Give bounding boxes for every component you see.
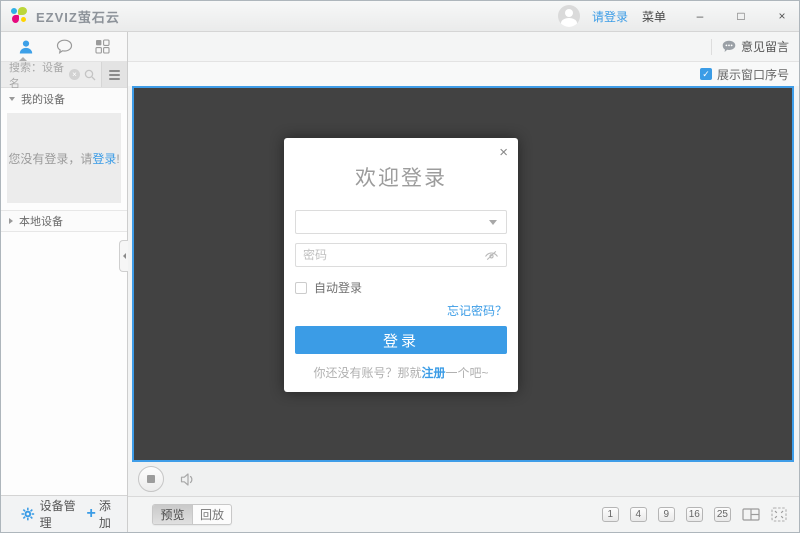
- search-input[interactable]: 搜索：设备名: [9, 59, 69, 91]
- register-suffix-text: 一个吧~: [445, 366, 489, 380]
- my-devices-label: 我的设备: [21, 94, 65, 106]
- chevron-down-icon: [489, 220, 497, 225]
- show-window-number-label: 展示窗口序号: [716, 67, 789, 82]
- modal-title: 欢迎登录: [355, 167, 447, 190]
- custom-split-button[interactable]: [742, 507, 760, 522]
- password-field-wrap: [295, 243, 507, 267]
- login-modal: × 欢迎登录 自动登录 忘记密码？ 登录 你还没有账号？那就注册一个吧~: [284, 138, 518, 392]
- volume-button[interactable]: [180, 472, 196, 487]
- app-window: EZVIZ萤石云 请登录 菜单 – □ × 搜索：设备名 × 我的设备 您没有登…: [0, 0, 800, 533]
- add-device-button[interactable]: + 添加: [86, 497, 122, 531]
- feedback-bubble-icon: [722, 40, 736, 52]
- title-bar: EZVIZ萤石云 请登录 菜单 – □ ×: [1, 1, 799, 32]
- gear-icon: [21, 507, 35, 521]
- layout-25-button[interactable]: 25: [713, 507, 731, 522]
- modal-close-icon[interactable]: ×: [499, 144, 508, 161]
- active-tab-indicator: [19, 57, 27, 61]
- login-notice-link[interactable]: 登录: [92, 152, 116, 166]
- grid-icon: [94, 39, 110, 54]
- layout-4-button[interactable]: 4: [629, 507, 647, 522]
- register-row: 你还没有账号？那就注册一个吧~: [295, 364, 507, 381]
- login-button[interactable]: 登录: [295, 326, 507, 354]
- chat-bubble-icon: [56, 39, 72, 54]
- arrow-left-icon: [122, 253, 126, 259]
- eye-slash-icon: [485, 250, 498, 260]
- menu-button[interactable]: 菜单: [642, 8, 666, 25]
- local-devices-group[interactable]: 本地设备: [1, 210, 127, 232]
- tab-devices[interactable]: [14, 35, 38, 59]
- auto-login-row: 自动登录: [295, 279, 507, 296]
- fullscreen-icon: [771, 507, 787, 522]
- feedback-label: 意见留言: [740, 40, 789, 54]
- sidebar-collapse-handle[interactable]: [119, 240, 128, 272]
- device-search-bar[interactable]: 搜索：设备名 ×: [1, 59, 127, 91]
- caret-right-icon: [9, 218, 13, 224]
- user-avatar[interactable]: [557, 5, 580, 27]
- ezviz-logo-icon: [11, 7, 29, 25]
- caret-down-icon: [9, 97, 15, 101]
- minimize-button[interactable]: –: [693, 9, 707, 23]
- device-manage-label: 设备管理: [39, 499, 76, 530]
- fullscreen-button[interactable]: [771, 507, 787, 522]
- feedback-button[interactable]: 意见留言: [722, 38, 789, 55]
- player-toolbar: [128, 462, 799, 496]
- mode-switcher: 预览 回放: [152, 504, 232, 525]
- auto-login-label: 自动登录: [314, 281, 363, 295]
- layout-16-button[interactable]: 16: [685, 507, 703, 522]
- local-devices-label: 本地设备: [19, 216, 63, 228]
- clear-search-icon[interactable]: ×: [69, 69, 80, 80]
- login-notice-panel: 您没有登录，请登录!: [7, 113, 121, 203]
- layout-buttons: 1 4 9 16 25: [601, 507, 787, 522]
- person-icon: [19, 40, 33, 53]
- stop-button[interactable]: [138, 466, 164, 492]
- bottom-bar: 预览 回放 1 4 9 16 25: [128, 496, 799, 532]
- sidebar-footer: 设备管理 + 添加: [1, 495, 127, 532]
- layout-1-button[interactable]: 1: [601, 507, 619, 522]
- register-prefix-text: 你还没有账号？那就: [313, 366, 422, 380]
- stop-icon: [147, 475, 155, 483]
- username-select[interactable]: [295, 210, 507, 234]
- auto-login-checkbox[interactable]: [295, 281, 307, 294]
- register-link[interactable]: 注册: [421, 366, 445, 380]
- forgot-password-link[interactable]: 忘记密码？: [447, 304, 507, 318]
- sidebar: 搜索：设备名 × 我的设备 您没有登录，请登录! 本地设备 设备管理 + 添加: [1, 32, 128, 532]
- layout-9-button[interactable]: 9: [657, 507, 675, 522]
- tab-preview[interactable]: 预览: [153, 505, 192, 524]
- options-row: ✓ 展示窗口序号: [128, 62, 799, 86]
- close-button[interactable]: ×: [775, 9, 789, 23]
- device-manage-button[interactable]: 设备管理: [21, 497, 86, 531]
- forgot-password-row: 忘记密码？: [295, 302, 507, 319]
- password-input[interactable]: [296, 248, 484, 262]
- maximize-button[interactable]: □: [734, 9, 748, 23]
- login-notice-text: 您没有登录，请: [8, 151, 93, 166]
- device-tree: 我的设备 您没有登录，请登录! 本地设备: [1, 88, 127, 495]
- speaker-icon: [180, 472, 193, 486]
- titlebar-login-link[interactable]: 请登录: [592, 8, 628, 25]
- toggle-password-visibility-button[interactable]: [484, 250, 499, 261]
- separator: [710, 38, 712, 55]
- plus-icon: +: [86, 505, 96, 522]
- add-label: 添加: [98, 499, 111, 530]
- tab-playback[interactable]: 回放: [192, 505, 231, 524]
- sidebar-tab-bar: [1, 32, 127, 62]
- search-icon[interactable]: [84, 69, 96, 81]
- feedback-row: 意见留言: [128, 32, 799, 62]
- split-layout-icon: [742, 508, 760, 521]
- app-title: EZVIZ萤石云: [36, 9, 120, 25]
- tab-messages[interactable]: [52, 35, 76, 59]
- tab-gallery[interactable]: [90, 35, 114, 59]
- show-window-number-checkbox[interactable]: ✓: [699, 68, 712, 80]
- list-view-button[interactable]: [101, 62, 127, 87]
- my-devices-group[interactable]: 我的设备: [1, 88, 127, 110]
